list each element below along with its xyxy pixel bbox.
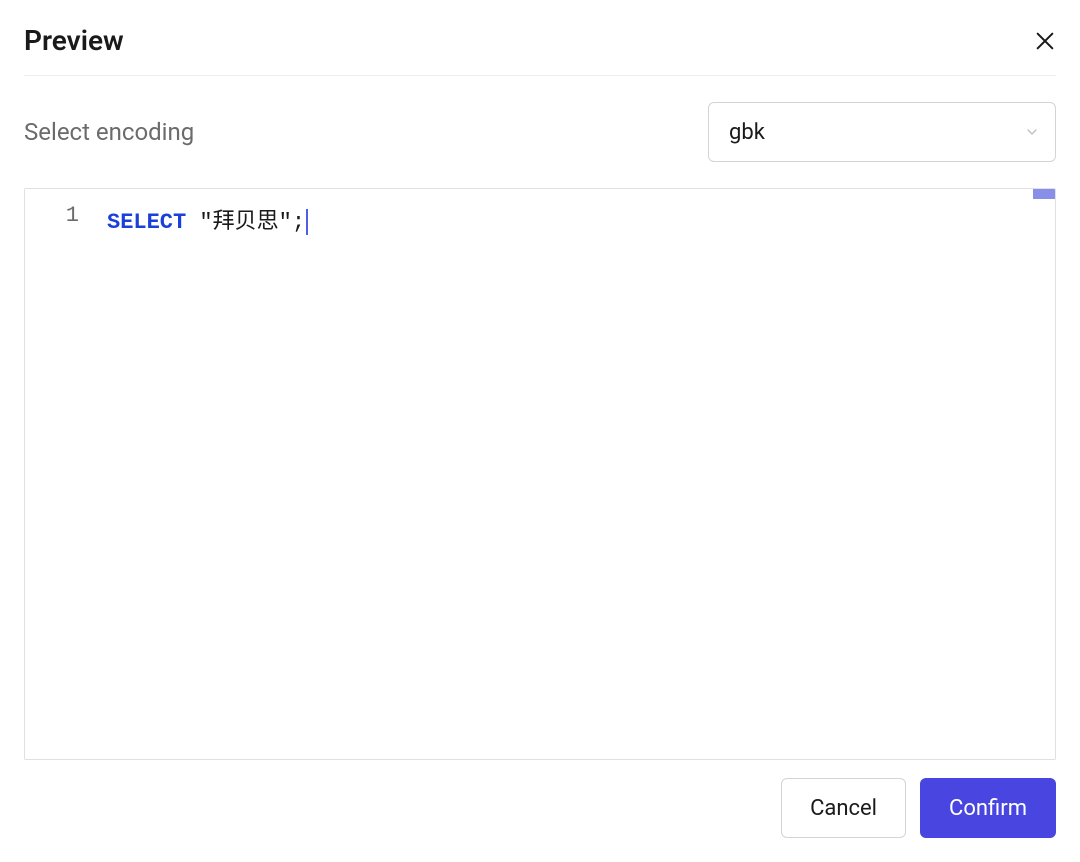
editor-content[interactable]: SELECT "拜贝思"; <box>107 189 1055 759</box>
modal-title: Preview <box>24 24 124 57</box>
modal-header: Preview <box>24 24 1056 76</box>
editor-gutter: 1 <box>25 189 107 759</box>
encoding-row: Select encoding gbk <box>24 102 1056 162</box>
encoding-label: Select encoding <box>24 118 194 146</box>
sql-space <box>186 210 199 235</box>
confirm-button[interactable]: Confirm <box>920 778 1056 838</box>
preview-modal: Preview Select encoding gbk 1 SELECT "拜贝… <box>0 0 1080 862</box>
sql-keyword: SELECT <box>107 210 186 235</box>
code-editor[interactable]: 1 SELECT "拜贝思"; <box>24 188 1056 760</box>
sql-string: "拜贝思"; <box>199 210 305 235</box>
scroll-indicator <box>1033 189 1055 199</box>
cancel-button[interactable]: Cancel <box>781 778 906 838</box>
editor-cursor <box>306 209 308 235</box>
modal-footer: Cancel Confirm <box>24 778 1056 838</box>
encoding-select-value: gbk <box>708 102 1056 162</box>
line-number: 1 <box>25 203 79 228</box>
close-icon[interactable] <box>1034 30 1056 52</box>
encoding-select[interactable]: gbk <box>708 102 1056 162</box>
